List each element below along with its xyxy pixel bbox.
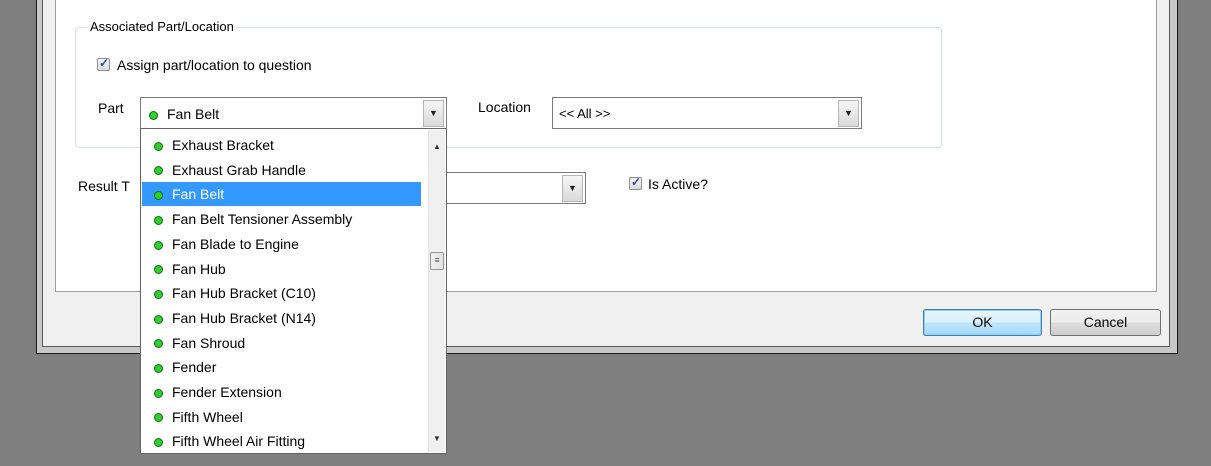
list-item-label: Fifth Wheel Air Fitting [172, 433, 306, 450]
chevron-down-icon[interactable]: ▼ [838, 100, 859, 127]
status-dot-icon [154, 339, 163, 349]
list-item-label: Fan Hub [172, 260, 226, 277]
list-item[interactable]: Fifth Wheel [142, 405, 421, 429]
list-item-label: Fender [172, 359, 217, 376]
list-item[interactable]: Fender Extension [142, 380, 421, 404]
status-dot-icon [154, 438, 163, 448]
assign-part-location-checkbox[interactable]: ✓ [97, 56, 110, 71]
chevron-down-icon[interactable]: ▼ [429, 430, 445, 447]
status-dot-icon [154, 240, 163, 250]
chevron-up-icon[interactable]: ▲ [429, 138, 445, 155]
part-dropdown-list: Exhaust Bracket Exhaust Grab Handle Fan Be… [140, 128, 447, 454]
list-item[interactable]: Fifth Wheel Air Fitting [142, 429, 421, 453]
list-item-label: Fan Belt [172, 186, 225, 203]
status-dot-icon [154, 191, 163, 201]
status-dot-icon [154, 215, 163, 225]
status-dot-icon [154, 141, 163, 151]
list-item[interactable]: Fan Shroud [142, 331, 421, 355]
location-selected-value: << All >> [559, 106, 611, 121]
list-item[interactable]: Fan Hub [142, 257, 421, 281]
status-dot-icon [154, 388, 163, 398]
chevron-down-icon[interactable]: ▼ [423, 100, 444, 127]
list-item-label: Exhaust Bracket [172, 137, 274, 153]
checkmark-icon: ✓ [631, 175, 642, 189]
part-selected-value: Fan Belt [167, 106, 220, 122]
status-dot-icon [154, 413, 163, 423]
part-combobox[interactable]: Fan Belt ▼ [140, 97, 447, 130]
status-dot-icon [154, 314, 163, 324]
assign-part-location-label: Assign part/location to question [117, 57, 312, 73]
list-item[interactable]: Fan Belt [142, 182, 421, 207]
list-item[interactable]: Fan Hub Bracket (N14) [142, 306, 421, 330]
part-label: Part [98, 100, 124, 116]
list-item-label: Fan Shroud [172, 334, 246, 351]
list-item-label: Exhaust Grab Handle [172, 161, 306, 178]
scroll-thumb[interactable]: ≡ [430, 252, 444, 270]
chevron-down-icon[interactable]: ▼ [562, 175, 583, 202]
status-dot-icon [154, 166, 163, 176]
status-dot-icon [154, 289, 163, 299]
list-item[interactable]: Fan Hub Bracket (C10) [142, 281, 421, 305]
list-item-label: Fan Hub Bracket (N14) [172, 309, 316, 326]
list-item[interactable]: Exhaust Grab Handle [142, 158, 421, 182]
list-item[interactable]: Exhaust Bracket [142, 133, 421, 157]
list-item-label: Fender Extension [172, 384, 282, 400]
list-item[interactable]: Fan Belt Tensioner Assembly [142, 207, 421, 231]
status-dot-icon [154, 265, 163, 275]
list-item-label: Fan Hub Bracket (C10) [172, 285, 316, 302]
list-item[interactable]: Fan Blade to Engine [142, 232, 421, 256]
cancel-button[interactable]: Cancel [1050, 309, 1161, 336]
is-active-label: Is Active? [648, 176, 708, 192]
location-label: Location [478, 99, 531, 115]
is-active-checkbox[interactable]: ✓ [629, 175, 642, 190]
status-dot-icon [154, 364, 163, 374]
location-combobox[interactable]: << All >> ▼ [552, 97, 862, 129]
ok-button[interactable]: OK [923, 309, 1042, 336]
dropdown-scrollbar[interactable]: ▲ ≡ ▼ [428, 130, 445, 452]
group-title: Associated Part/Location [87, 18, 237, 36]
status-dot-icon [149, 110, 158, 120]
list-item[interactable]: Fender [142, 355, 421, 379]
checkmark-icon: ✓ [99, 56, 110, 70]
list-item-label: Fifth Wheel [172, 408, 243, 425]
list-item-label: Fan Blade to Engine [172, 235, 299, 252]
result-type-label: Result T [78, 178, 130, 194]
list-item-label: Fan Belt Tensioner Assembly [172, 211, 353, 228]
